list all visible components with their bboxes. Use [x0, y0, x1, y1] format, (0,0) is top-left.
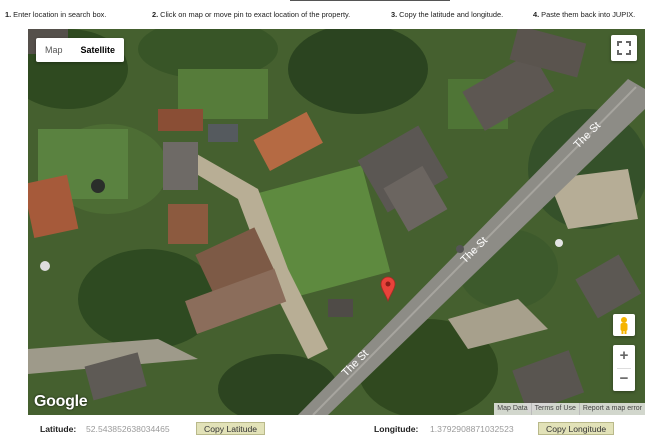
fullscreen-icon — [617, 41, 631, 55]
zoom-control: + − — [613, 345, 635, 391]
terms-of-use-link[interactable]: Terms of Use — [530, 403, 579, 415]
zoom-out-button[interactable]: − — [613, 368, 635, 391]
instruction-step-4: 4. Paste them back into JUPIX. — [533, 10, 636, 19]
zoom-in-button[interactable]: + — [613, 345, 635, 368]
longitude-value: 1.3792908871032523 — [430, 424, 514, 434]
map-type-satellite-button[interactable]: Satellite — [72, 38, 125, 62]
instruction-step-1: 1. Enter location in search box. — [5, 10, 107, 19]
instruction-step-3: 3. Copy the latitude and longitude. — [391, 10, 504, 19]
latitude-value: 52.543852638034465 — [86, 424, 170, 434]
copy-latitude-button[interactable]: Copy Latitude — [196, 422, 266, 435]
map-data-link[interactable]: Map Data — [494, 403, 530, 415]
satellite-imagery: The St The St The St — [28, 29, 645, 415]
longitude-label: Longitude: — [374, 424, 419, 434]
map-type-map-button[interactable]: Map — [36, 38, 72, 62]
latitude-label: Latitude: — [40, 424, 77, 434]
google-logo: Google — [34, 393, 88, 410]
report-map-error-link[interactable]: Report a map error — [578, 403, 645, 415]
coordinates-bar: Latitude: 52.543852638034465 Copy Latitu… — [0, 421, 656, 436]
copy-longitude-button[interactable]: Copy Longitude — [538, 422, 615, 435]
instruction-step-2: 2. Click on map or move pin to exact loca… — [152, 10, 351, 19]
instructions-bar: 1. Enter location in search box. 2. Click … — [5, 10, 655, 24]
satellite-map[interactable]: The St The St The St Map Satellite + − G… — [28, 29, 645, 415]
street-view-pegman-button[interactable] — [613, 314, 635, 336]
map-type-control: Map Satellite — [36, 38, 125, 62]
zoom-divider — [617, 368, 631, 369]
fullscreen-button[interactable] — [611, 35, 637, 61]
pegman-icon — [620, 317, 628, 334]
map-attribution: Map Data Terms of Use Report a map error — [494, 403, 645, 415]
header-divider — [290, 0, 450, 1]
